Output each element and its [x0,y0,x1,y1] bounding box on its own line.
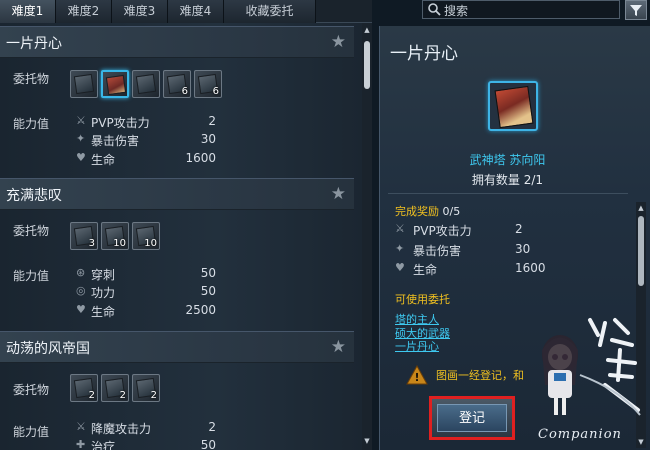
stat-row: ⚔ PVP攻击力 2 [76,114,216,130]
tab-difficulty-4[interactable]: 难度4 [168,0,224,23]
scroll-up-icon[interactable]: ▲ [363,26,371,34]
card-art-icon [494,85,534,129]
favorite-star-icon[interactable]: ★ [331,337,346,357]
featured-card-image[interactable] [488,81,538,131]
usable-consign-label: 可使用委托 [395,293,450,306]
item-slot[interactable]: 2 [101,374,129,402]
stats-label: 能力值 [13,425,50,439]
item-slot[interactable] [132,70,160,98]
scrollbar-thumb[interactable] [638,216,644,286]
favorite-star-icon[interactable]: ★ [331,32,346,52]
stat-row: ♥ 生命 2500 [76,303,216,319]
svg-text:!: ! [414,371,419,384]
stat-row: ✦ 暴击伤害 30 [395,242,531,258]
card-art-icon [105,74,127,96]
filter-button[interactable] [625,0,647,20]
card-header: 一片丹心 ★ [0,26,354,58]
consign-items: 6 6 [70,70,222,98]
detail-title: 一片丹心 [390,44,458,64]
stat-row: ✦ 暴击伤害 30 [76,132,216,148]
consign-card[interactable]: 充满悲叹 ★ 委托物 3 10 10 能力值 ⊛ 穿刺 50 ◎ 功力 50 ♥… [0,178,354,328]
tab-favorites[interactable]: 收藏委托 [224,0,316,23]
consign-items-label: 委托物 [13,72,50,86]
owned-count: 拥有数量 2/1 [471,173,544,187]
consign-items: 3 10 10 [70,222,160,250]
tab-difficulty-1[interactable]: 难度1 [0,0,56,23]
card-title: 动荡的风帝国 [6,341,90,357]
consign-items: 2 2 2 [70,374,160,402]
heart-icon: ♥ [76,151,86,164]
scrollbar-thumb[interactable] [364,41,370,89]
stat-row: ♥ 生命 1600 [76,151,216,167]
card-header: 充满悲叹 ★ [0,178,354,210]
card-header: 动荡的风帝国 ★ [0,331,354,363]
stat-row: ⊛ 穿刺 50 [76,266,216,282]
stat-row: ✚ 治疗 50 [76,438,216,450]
item-slot[interactable]: 3 [70,222,98,250]
card-art-icon [135,73,157,95]
warning-icon: ! [406,365,428,385]
divider [388,193,628,194]
tab-difficulty-2[interactable]: 难度2 [56,0,112,23]
consign-items-label: 委托物 [13,224,50,238]
card-title: 一片丹心 [6,36,62,52]
card-title: 充满悲叹 [6,188,62,204]
item-slot[interactable]: 2 [132,374,160,402]
item-slot[interactable]: 6 [194,70,222,98]
search-input[interactable]: 搜索 [422,0,620,19]
heart-icon: ♥ [395,261,405,274]
consign-card[interactable]: 动荡的风帝国 ★ 委托物 2 2 2 能力值 ⚔ 降魔攻击力 2 ✚ 治疗 50 [0,331,354,450]
favorite-star-icon[interactable]: ★ [331,184,346,204]
pierce-icon: ⊛ [76,266,86,279]
difficulty-tabs: 难度1 难度2 难度3 难度4 收藏委托 [0,0,372,23]
item-slot[interactable] [70,70,98,98]
stat-row: ⚔ PVP攻击力 2 [395,222,523,238]
skill-power-icon: ◎ [76,284,86,297]
search-icon [428,3,441,16]
card-art-icon [73,73,95,95]
consign-link[interactable]: 一片丹心 [395,338,439,354]
item-slot[interactable]: 6 [163,70,191,98]
tab-difficulty-3[interactable]: 难度3 [112,0,168,23]
mascot-illustration [542,318,641,416]
filter-icon [630,5,642,16]
pvp-attack-icon: ⚔ [76,114,86,127]
consign-items-label: 委托物 [13,383,50,397]
completion-reward: 完成奖励 0/5 [395,205,461,218]
scroll-down-icon[interactable]: ▼ [363,437,371,445]
list-scrollbar[interactable]: ▲ ▼ [362,23,372,450]
mascot-caption: Companion [538,427,622,442]
stat-row: ⚔ 降魔攻击力 2 [76,420,216,436]
stat-row: ◎ 功力 50 [76,284,216,300]
stats-label: 能力值 [13,117,50,131]
item-slot[interactable]: 10 [101,222,129,250]
search-placeholder: 搜索 [444,4,469,18]
item-slot-selected[interactable] [101,70,129,98]
stat-row: ♥ 生命 1600 [395,261,546,277]
item-slot[interactable]: 2 [70,374,98,402]
heal-icon: ✚ [76,438,86,450]
companion-mascot: Companion [520,315,650,450]
scroll-up-icon[interactable]: ▲ [637,204,645,212]
warning-text: 图画一经登记，和 [436,369,524,382]
consign-list: 一片丹心 ★ 委托物 6 6 能力值 ⚔ PVP攻击力 2 ✦ 暴击伤害 30 … [0,23,362,450]
crit-damage-icon: ✦ [395,242,405,255]
stats-label: 能力值 [13,269,50,283]
register-button[interactable]: 登记 [437,404,507,432]
pvp-attack-icon: ⚔ [395,222,405,235]
crit-damage-icon: ✦ [76,132,86,145]
item-slot[interactable]: 10 [132,222,160,250]
consign-card[interactable]: 一片丹心 ★ 委托物 6 6 能力值 ⚔ PVP攻击力 2 ✦ 暴击伤害 30 … [0,26,354,176]
demon-attack-icon: ⚔ [76,420,86,433]
card-name: 武神塔 苏向阳 [469,153,546,167]
heart-icon: ♥ [76,303,86,316]
register-button-highlight: 登记 [429,396,515,440]
